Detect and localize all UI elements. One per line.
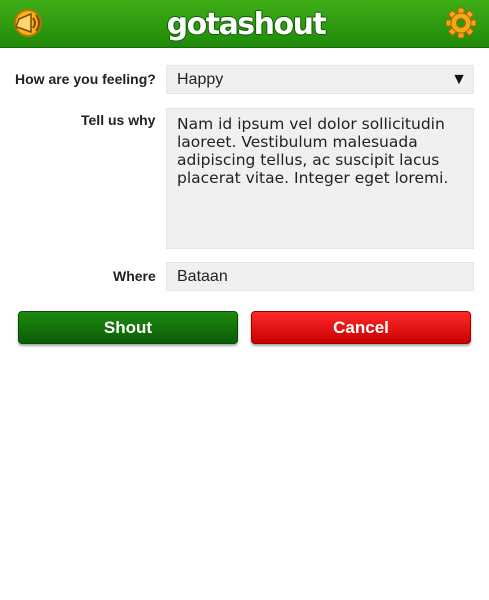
app-logo: gotashout [166,4,327,44]
cancel-button[interactable]: Cancel [251,311,471,344]
dropdown-arrow-icon: ▼ [451,71,467,88]
back-button[interactable] [9,7,47,39]
feeling-select[interactable]: Happy ▼ [166,65,474,94]
where-input[interactable]: Bataan [166,262,474,291]
where-input-value: Bataan [177,268,228,285]
reason-label: Tell us why [81,112,156,128]
top-bar: gotashout [0,0,489,48]
feeling-select-value: Happy [177,71,224,88]
settings-button[interactable] [445,7,477,39]
gear-icon [445,7,477,39]
shout-button-label: Shout [103,317,153,337]
reason-textarea[interactable]: Nam id ipsum vel dolor sollicitudin laor… [166,108,474,249]
megaphone-back-icon [14,9,42,37]
logo-text: gotashout [166,6,327,42]
feeling-label: How are you feeling? [15,71,156,87]
shout-button[interactable]: Shout [18,311,238,344]
cancel-button-label: Cancel [333,317,389,337]
where-label: Where [113,268,156,284]
